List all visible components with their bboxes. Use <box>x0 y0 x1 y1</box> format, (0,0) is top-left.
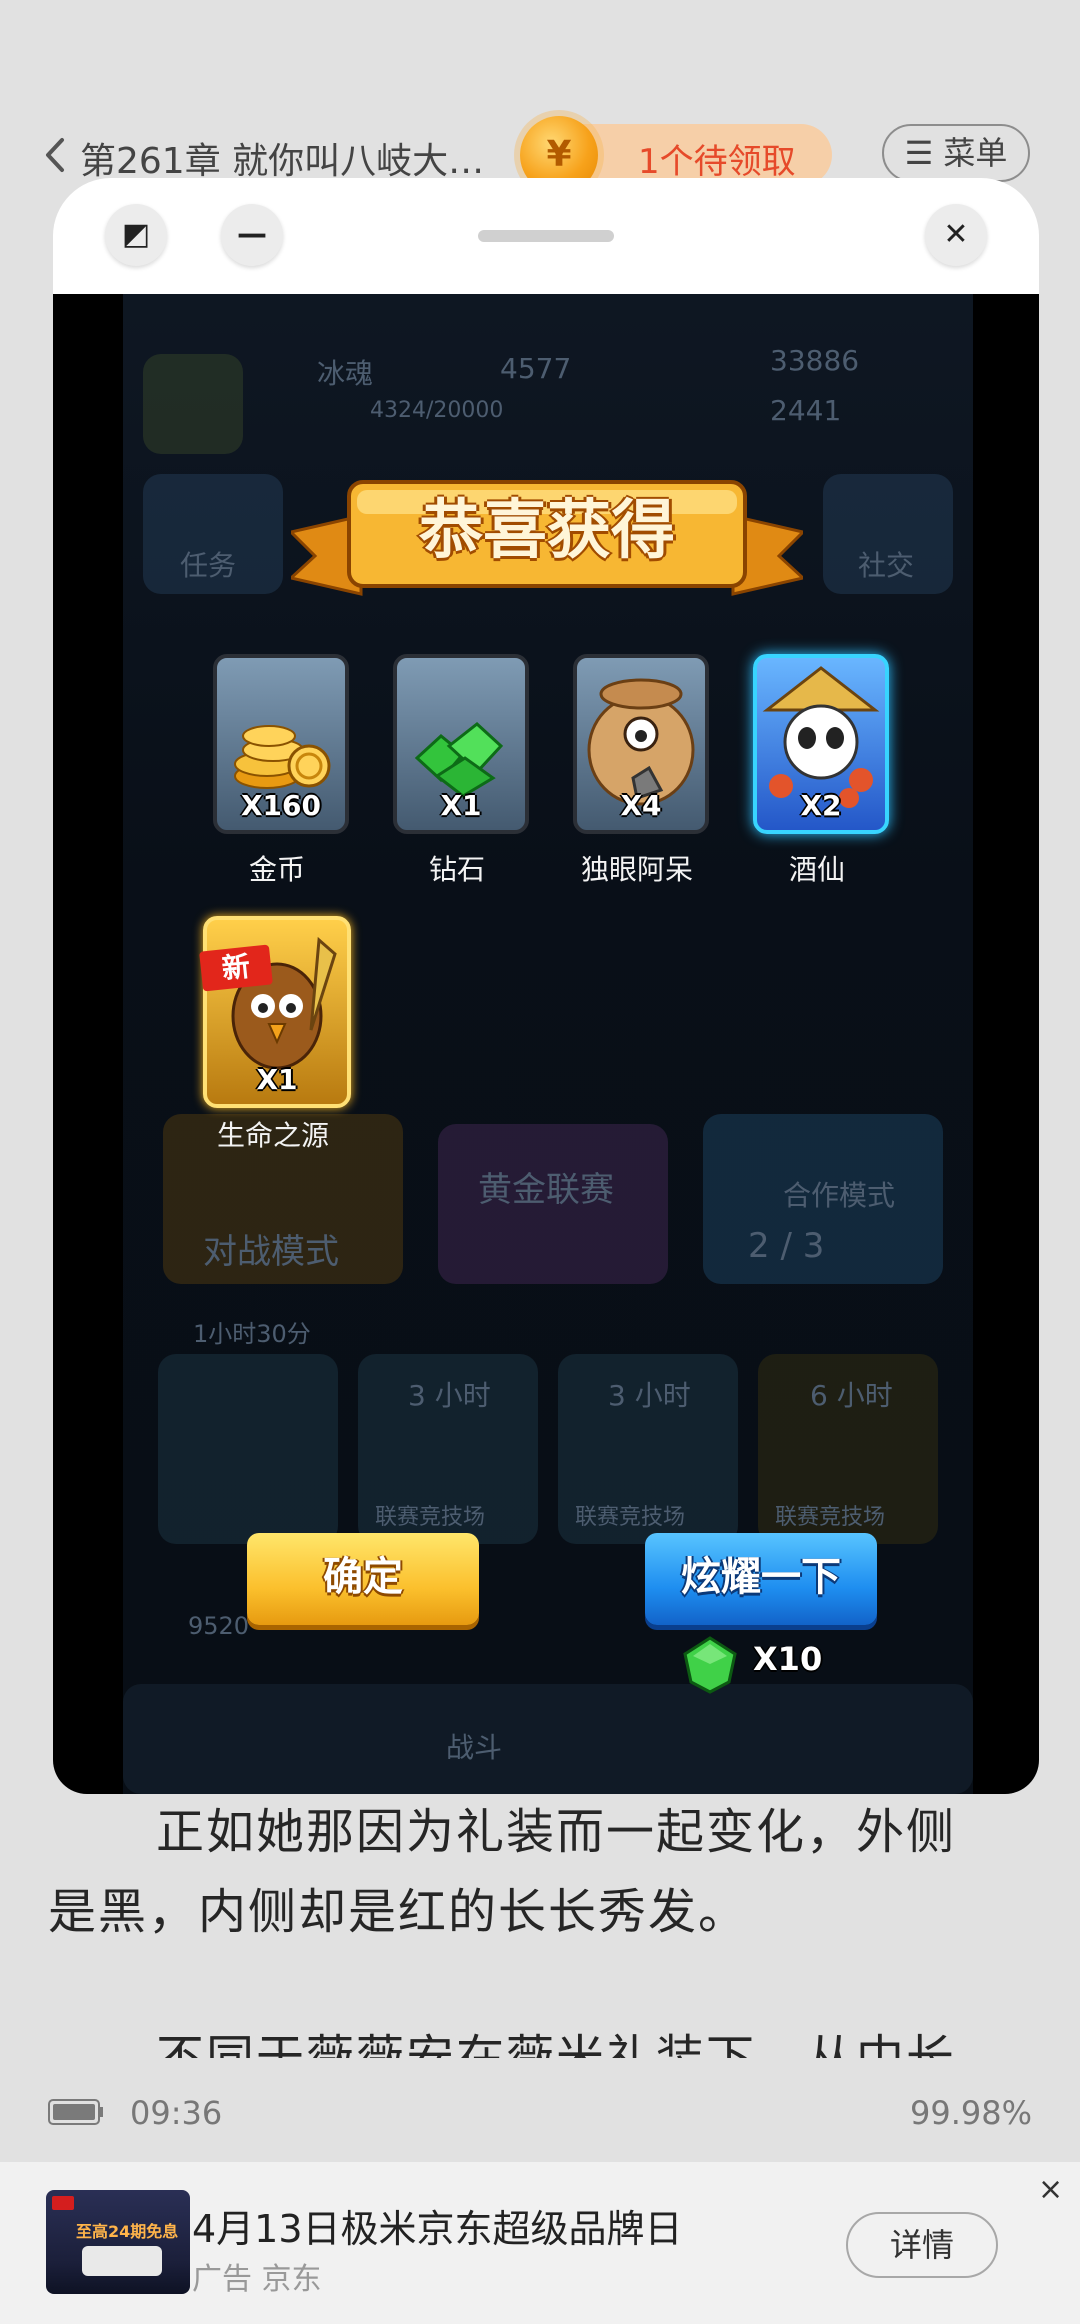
reader-line: 正如她那因为礼装而一起变化，外侧 <box>156 1804 957 1860</box>
bg-gems: 2441 <box>770 394 842 427</box>
bg-player-name: 冰魂 <box>317 357 374 390</box>
bg-exp: 4324/20000 <box>370 398 504 423</box>
bg-chest-2-time: 3 小时 <box>408 1379 491 1412</box>
reward-count: X160 <box>240 789 322 822</box>
reward-name: 酒仙 <box>788 853 845 886</box>
show-off-button[interactable]: 炫耀一下 <box>645 1533 877 1625</box>
ad-thumb-text: 至高24期免息 <box>76 2222 179 2241</box>
minimize-icon[interactable]: — <box>221 204 283 266</box>
bg-battle-mode: 对战模式 <box>203 1232 339 1272</box>
battery-icon <box>48 2099 103 2125</box>
status-time: 09:36 <box>130 2094 223 2132</box>
bg-gold: 33886 <box>770 344 860 377</box>
reward-card-one-eye: X4 <box>573 654 709 834</box>
chapter-title[interactable]: 第261章 就你叫八岐大… <box>80 132 484 184</box>
bg-social: 社交 <box>858 549 915 582</box>
mini-game-popup: ◩ — ✕ 冰魂 4577 33886 2441 4324/20000 任务 社… <box>53 178 1039 1794</box>
brand-logo-icon <box>52 2196 74 2210</box>
reward-card-life-source: 新 X1 <box>199 916 351 1108</box>
menu-button[interactable]: ☰ 菜单 <box>882 124 1030 182</box>
reward-card-gold: X160 <box>213 654 349 834</box>
back-chevron-icon[interactable] <box>42 136 68 174</box>
bg-nav-battle: 战斗 <box>446 1731 503 1764</box>
bg-chest-timer: 1小时30分 <box>193 1320 311 1348</box>
ad-close-icon[interactable]: × <box>1038 2172 1063 2207</box>
ad-source: 广告 京东 <box>192 2262 322 2297</box>
projector-icon <box>82 2246 162 2276</box>
reader-line: 是黑，内侧却是红的长长秀发。 <box>48 1884 749 1940</box>
gem-icon <box>683 1636 737 1694</box>
bg-chest-4-label: 联赛竞技场 <box>775 1505 886 1530</box>
reader-line: 不同于薇薇安在薇米礼装下，从中长 <box>156 2030 957 2058</box>
pending-reward-text: 1个待领取 <box>638 142 796 182</box>
congrats-title: 恭喜获得 <box>419 494 675 568</box>
expand-icon[interactable]: ◩ <box>105 204 167 266</box>
reading-progress: 99.98% <box>909 2094 1032 2132</box>
reward-name: 独眼阿呆 <box>580 853 693 886</box>
close-icon[interactable]: ✕ <box>925 204 987 266</box>
bg-trophies: 4577 <box>500 352 572 385</box>
reward-count: X1 <box>256 1063 298 1096</box>
reward-count: X2 <box>800 789 842 822</box>
reward-count: X4 <box>620 789 662 822</box>
reward-name: 钻石 <box>428 853 485 886</box>
confirm-button[interactable]: 确定 <box>247 1533 479 1625</box>
ad-banner[interactable]: 至高24期免息 4月13日极米京东超级品牌日 广告 京东 详情 × <box>0 2162 1080 2324</box>
bg-chest-4-time: 6 小时 <box>810 1379 893 1412</box>
popup-header: ◩ — ✕ <box>53 178 1039 294</box>
reward-card-diamond: X1 <box>393 654 529 834</box>
player-avatar <box>143 354 243 454</box>
bg-chest-3-label: 联赛竞技场 <box>575 1505 686 1530</box>
ad-thumbnail[interactable]: 至高24期免息 <box>46 2190 190 2294</box>
reward-count: X1 <box>440 789 482 822</box>
chest-slot-1 <box>158 1354 338 1544</box>
bg-online-count: 9520 <box>188 1612 250 1640</box>
game-area: 冰魂 4577 33886 2441 4324/20000 任务 社交 黄金联赛… <box>53 294 1039 1794</box>
bg-gold-league: 黄金联赛 <box>478 1170 614 1210</box>
reward-card-jiuxian: X2 <box>753 654 889 834</box>
reader-cutoff-line: 不同于薇薇安在薇米礼装下，从中长 <box>0 2010 1080 2058</box>
congrats-banner: 恭喜获得 <box>291 470 803 610</box>
bg-chest-3-time: 3 小时 <box>608 1379 691 1412</box>
bg-coop-progress: 合作模式 <box>783 1179 896 1212</box>
reward-name: 生命之源 <box>216 1119 329 1152</box>
bg-task: 任务 <box>180 549 237 582</box>
drag-handle[interactable] <box>478 230 614 242</box>
new-badge: 新 <box>199 944 273 992</box>
reader-status-row: 09:36 99.98% <box>0 2088 1080 2138</box>
ad-title[interactable]: 4月13日极米京东超级品牌日 <box>192 2198 683 2253</box>
bottom-nav <box>123 1684 973 1794</box>
ad-detail-button[interactable]: 详情 <box>846 2212 998 2278</box>
bg-chest-2-label: 联赛竞技场 <box>375 1505 486 1530</box>
gem-cost-text: X10 <box>753 1640 823 1678</box>
bg-coop-mode: 2 / 3 <box>748 1226 825 1266</box>
pending-reward-pill[interactable]: ¥ 1个待领取 <box>520 116 832 194</box>
reward-name: 金币 <box>248 853 305 886</box>
